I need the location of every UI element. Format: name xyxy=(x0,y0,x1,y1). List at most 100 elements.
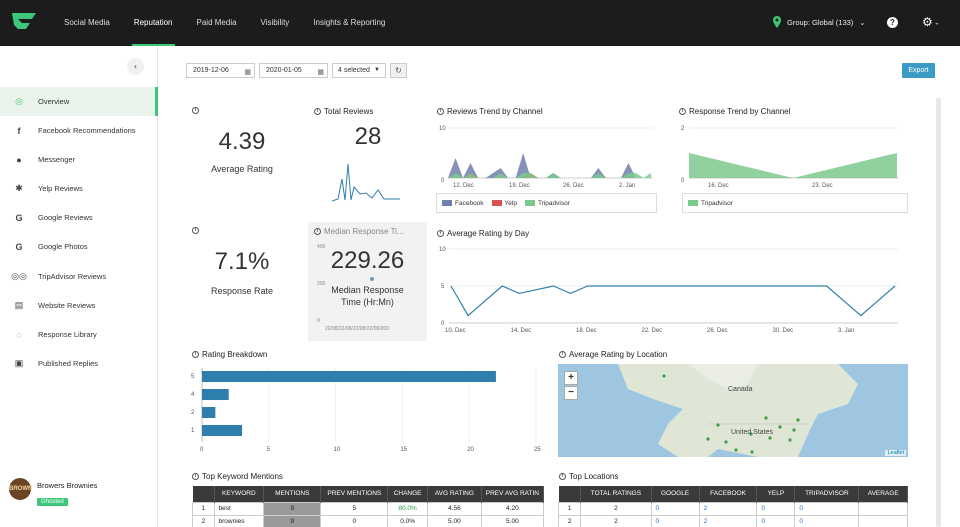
x-tick: 10. Dec xyxy=(445,328,466,334)
keywords-title-text: Top Keyword Mentions xyxy=(202,472,283,481)
avg-rating-title: i xyxy=(192,107,199,114)
sidebar-item-response-library[interactable]: ◌ Response Library xyxy=(0,320,158,349)
legend-tripadvisor[interactable]: Tripadvisor xyxy=(524,200,570,207)
sidebar-item-google-reviews[interactable]: G Google Reviews xyxy=(0,203,158,232)
sidebar-item-published-replies[interactable]: ▣ Published Replies xyxy=(0,349,158,378)
table-cell[interactable]: 0 xyxy=(650,501,700,516)
table-header[interactable]: GOOGLE xyxy=(651,486,700,502)
bar-rating-2[interactable] xyxy=(202,407,216,418)
nav-social-media[interactable]: Social Media xyxy=(52,0,122,46)
info-icon[interactable]: i xyxy=(679,108,686,115)
table-header[interactable]: TOTAL RATINGS xyxy=(580,486,652,502)
channel-select-value: 4 selected xyxy=(338,67,370,74)
table-row[interactable]: 1 2 0 2 0 0 xyxy=(558,501,908,516)
scrollbar[interactable] xyxy=(936,98,941,527)
series-area-facebook xyxy=(448,153,651,178)
sidebar-item-yelp-reviews[interactable]: ✱ Yelp Reviews xyxy=(0,174,158,203)
table-cell[interactable]: 0 xyxy=(794,514,860,527)
bar-rating-5[interactable] xyxy=(202,371,496,382)
legend-swatch xyxy=(688,199,698,206)
table-cell[interactable]: 2 xyxy=(698,501,758,516)
table-row[interactable]: 2 2 0 2 0 0 xyxy=(558,514,908,527)
info-icon[interactable]: i xyxy=(437,230,444,237)
main-nav: Social Media Reputation Paid Media Visib… xyxy=(52,0,397,46)
info-icon[interactable]: i xyxy=(192,473,199,480)
end-date-input[interactable]: 2020-01-05 ▦ xyxy=(259,63,328,78)
info-icon[interactable]: i xyxy=(192,107,199,114)
table-cell[interactable]: 0 xyxy=(794,501,860,516)
table-header[interactable]: YELP xyxy=(756,486,796,502)
series-area-tripadvisor xyxy=(689,153,897,178)
caret-down-icon: ▼ xyxy=(374,67,380,73)
info-icon[interactable]: i xyxy=(559,351,566,358)
locations-table: TOTAL RATINGS GOOGLE FACEBOOK YELP TRIPA… xyxy=(558,486,908,527)
start-date-input[interactable]: 2019-12-06 ▦ xyxy=(186,63,255,78)
sidebar-item-tripadvisor-reviews[interactable]: ◎◎ TripAdvisor Reviews xyxy=(0,262,158,291)
nav-insights-reporting[interactable]: Insights & Reporting xyxy=(301,0,397,46)
location-map[interactable]: Canada United States + − Leaflet xyxy=(558,364,908,457)
info-icon[interactable]: i xyxy=(192,351,199,358)
nav-reputation[interactable]: Reputation xyxy=(122,0,185,46)
info-icon[interactable]: i xyxy=(437,108,444,115)
logo[interactable] xyxy=(10,11,38,38)
table-cell: 80.0% xyxy=(387,501,429,516)
sidebar-item-google-photos[interactable]: G Google Photos xyxy=(0,232,158,261)
legend-facebook[interactable]: Facebook xyxy=(442,200,484,207)
bar-rating-1[interactable] xyxy=(202,425,243,436)
table-row[interactable]: 1 best 9 5 80.0% 4.56 4.20 xyxy=(192,501,544,516)
collapse-sidebar-button[interactable]: ‹ xyxy=(127,58,144,75)
info-icon[interactable]: i xyxy=(314,108,321,115)
table-cell: 0 xyxy=(320,514,389,527)
sidebar-item-website-reviews[interactable]: ▤ Website Reviews xyxy=(0,291,158,320)
info-icon[interactable]: i xyxy=(314,228,321,235)
sidebar-item-overview[interactable]: ◎ Overview xyxy=(0,87,158,116)
nav-paid-media[interactable]: Paid Media xyxy=(185,0,249,46)
export-button[interactable]: Export xyxy=(902,63,935,78)
y-tick: 1 xyxy=(191,428,195,434)
sidebar-item-messenger[interactable]: ● Messenger xyxy=(0,145,158,174)
table-header[interactable] xyxy=(192,486,215,502)
info-icon[interactable]: i xyxy=(559,473,566,480)
channel-select[interactable]: 4 selected ▼ xyxy=(332,63,386,78)
bar-rating-4[interactable] xyxy=(202,389,229,400)
response-trend-y-max: 2 xyxy=(681,126,685,132)
table-header[interactable]: MENTIONS xyxy=(263,486,322,502)
legend-yelp[interactable]: Yelp xyxy=(491,200,517,207)
group-selector[interactable]: Group: Global (133) ⌄ xyxy=(773,16,866,28)
total-reviews-title: i Total Reviews xyxy=(314,107,373,116)
table-cell[interactable]: 0 xyxy=(650,514,700,527)
start-date-value: 2019-12-06 xyxy=(193,67,229,74)
map-attribution[interactable]: Leaflet xyxy=(885,450,906,456)
table-header[interactable] xyxy=(558,486,582,502)
table-cell: 2 xyxy=(558,514,582,527)
table-cell[interactable]: 0 xyxy=(756,501,796,516)
zoom-out-button[interactable]: − xyxy=(564,386,578,400)
refresh-button[interactable]: ↻ xyxy=(390,63,407,78)
zoom-in-button[interactable]: + xyxy=(564,371,578,385)
sidebar-item-label: Published Replies xyxy=(38,359,99,368)
table-header[interactable]: AVG RATING xyxy=(427,486,482,502)
sidebar-item-facebook-recommendations[interactable]: f Facebook Recommendations xyxy=(0,116,158,145)
legend-tripadvisor[interactable]: Tripadvisor xyxy=(688,200,733,207)
reviews-trend-legend: Facebook Yelp Tripadvisor xyxy=(436,193,657,213)
table-header[interactable]: TRIPADVISOR xyxy=(794,486,860,502)
nav-visibility[interactable]: Visibility xyxy=(249,0,302,46)
user-profile[interactable]: BROWN Browers Brownies Ghosted xyxy=(9,478,97,508)
table-header[interactable]: PREV AVG RATIN xyxy=(481,486,544,502)
table-header[interactable]: PREV MENTIONS xyxy=(320,486,389,502)
gear-icon[interactable]: ⚙ ⌄ xyxy=(922,15,939,29)
table-header[interactable]: AVERAGE xyxy=(858,486,908,502)
reviews-trend-chart: 10 0 12. Dec 19. Dec 26. Dec 2. Jan xyxy=(439,126,653,189)
help-icon[interactable]: ? xyxy=(887,17,898,28)
table-header[interactable]: FACEBOOK xyxy=(699,486,758,502)
table-header[interactable]: KEYWORD xyxy=(214,486,265,502)
table-header[interactable]: CHANGE xyxy=(387,486,429,502)
table-cell[interactable]: 2 xyxy=(698,514,758,527)
website-icon: ▤ xyxy=(14,300,24,310)
y-tick: 4 xyxy=(191,392,195,398)
info-icon[interactable]: i xyxy=(192,227,199,234)
table-row[interactable]: 2 brownies 9 0 0.0% 5.00 5.00 xyxy=(192,514,544,527)
table-cell[interactable]: 0 xyxy=(756,514,796,527)
median-value: 229.26 xyxy=(330,247,405,274)
x-tick: 3. Jan xyxy=(838,328,854,334)
